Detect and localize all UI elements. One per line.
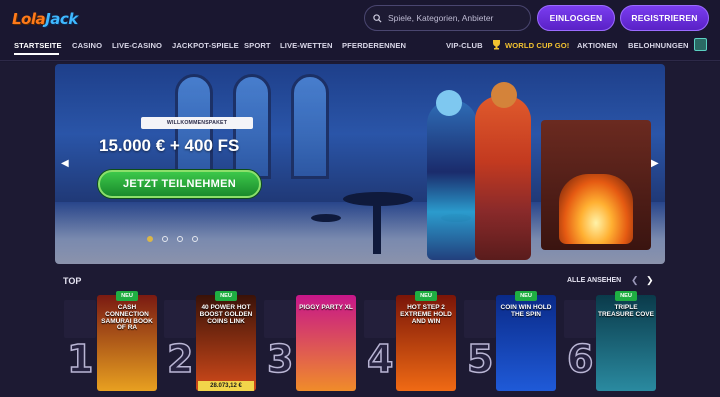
- register-button[interactable]: REGISTRIEREN: [620, 5, 709, 31]
- rank-number: 5: [466, 337, 494, 381]
- slide-dot[interactable]: [192, 236, 198, 242]
- nav-item-world-cup[interactable]: WORLD CUP GO!: [505, 41, 569, 50]
- search-input[interactable]: [388, 13, 528, 23]
- new-badge: NEU: [415, 291, 437, 301]
- see-all-link[interactable]: ALLE ANSEHEN: [567, 277, 621, 284]
- site-header: LolaJack EINLOGGEN REGISTRIEREN STARTSEI…: [0, 0, 720, 62]
- nav-item-startseite[interactable]: STARTSEITE: [14, 41, 62, 50]
- game-tile[interactable]: HOT STEP 2 EXTREME HOLD AND WIN: [396, 295, 456, 391]
- header-divider: [0, 60, 720, 61]
- nav-item-aktionen[interactable]: AKTIONEN: [577, 41, 617, 50]
- new-badge: NEU: [215, 291, 237, 301]
- nav-item-pferderennen[interactable]: PFERDERENNEN: [342, 41, 406, 50]
- rank-number: 6: [566, 337, 594, 381]
- slide-dot[interactable]: [162, 236, 168, 242]
- promo-banner[interactable]: WILLKOMMENSPAKET 15.000 € + 400 FS JETZT…: [55, 64, 665, 264]
- banner-prev-icon[interactable]: ◀: [61, 158, 69, 169]
- game-tile[interactable]: COIN WIN HOLD THE SPIN: [496, 295, 556, 391]
- nav-item-vip-club[interactable]: VIP-CLUB: [446, 41, 483, 50]
- search-icon: [373, 13, 382, 23]
- new-badge: NEU: [116, 291, 138, 301]
- nav-item-casino[interactable]: CASINO: [72, 41, 102, 50]
- welcome-package-tag: WILLKOMMENSPAKET: [141, 117, 253, 129]
- login-button[interactable]: EINLOGGEN: [537, 5, 615, 31]
- new-badge: NEU: [515, 291, 537, 301]
- gift-icon[interactable]: [694, 38, 707, 51]
- banner-window: [291, 74, 329, 179]
- banner-character-lola: [427, 100, 477, 260]
- ghost-tile: [164, 300, 196, 338]
- ghost-tile: [264, 300, 296, 338]
- jackpot-value: 28.073,12 €: [198, 381, 254, 391]
- game-tile[interactable]: 40 POWER HOT BOOST GOLDEN COINS LINK 28.…: [196, 295, 256, 391]
- main-nav: STARTSEITE CASINO LIVE-CASINO JACKPOT-SP…: [0, 36, 720, 58]
- nav-item-live-wetten[interactable]: LIVE-WETTEN: [280, 41, 333, 50]
- chevron-right-icon[interactable]: ❯: [646, 275, 654, 286]
- trophy-icon: [493, 40, 500, 50]
- active-tab-underline: [14, 53, 59, 55]
- banner-next-icon[interactable]: ▶: [651, 158, 659, 169]
- rank-number: 2: [166, 337, 194, 381]
- banner-table-leg: [373, 204, 381, 254]
- site-logo[interactable]: Lola Jack: [12, 7, 78, 31]
- banner-fire: [559, 174, 633, 244]
- game-title: TRIPLE TREASURE COVE: [598, 304, 654, 318]
- rank-number: 4: [366, 337, 394, 381]
- game-tile[interactable]: PIGGY PARTY XL: [296, 295, 356, 391]
- game-title: PIGGY PARTY XL: [299, 304, 353, 311]
- game-title: HOT STEP 2 EXTREME HOLD AND WIN: [400, 304, 452, 325]
- logo-text-lola: Lola: [12, 10, 46, 28]
- rank-number: 3: [266, 337, 294, 381]
- nav-item-live-casino[interactable]: LIVE-CASINO: [112, 41, 162, 50]
- game-title: COIN WIN HOLD THE SPIN: [500, 304, 552, 318]
- new-badge: NEU: [615, 291, 637, 301]
- banner-headline: 15.000 € + 400 FS: [99, 136, 240, 155]
- search-box[interactable]: [364, 5, 531, 31]
- chevron-left-icon[interactable]: ❮: [631, 275, 639, 286]
- game-tile[interactable]: CASH CONNECTION SAMURAI BOOK OF RA: [97, 295, 157, 391]
- slide-dot[interactable]: [147, 236, 153, 242]
- join-now-button[interactable]: JETZT TEILNEHMEN: [98, 170, 261, 198]
- banner-stool: [311, 214, 341, 222]
- slide-dot[interactable]: [177, 236, 183, 242]
- section-title-top: TOP: [63, 276, 82, 286]
- banner-character-head: [436, 90, 462, 116]
- game-title: 40 POWER HOT BOOST GOLDEN COINS LINK: [199, 304, 253, 325]
- banner-character-jack: [475, 96, 531, 260]
- ghost-tile: [64, 300, 96, 338]
- ghost-tile: [464, 300, 496, 338]
- game-title: CASH CONNECTION SAMURAI BOOK OF RA: [101, 304, 153, 332]
- ghost-tile: [564, 300, 596, 338]
- rank-number: 1: [66, 337, 94, 381]
- banner-pagination: [147, 236, 198, 242]
- nav-item-jackpot[interactable]: JACKPOT-SPIELE: [172, 41, 239, 50]
- nav-item-sport[interactable]: SPORT: [244, 41, 271, 50]
- banner-character-head: [491, 82, 517, 108]
- logo-text-jack: Jack: [45, 10, 78, 28]
- ghost-tile: [364, 300, 396, 338]
- nav-item-belohnungen[interactable]: BELOHNUNGEN: [628, 41, 689, 50]
- game-tile[interactable]: TRIPLE TREASURE COVE: [596, 295, 656, 391]
